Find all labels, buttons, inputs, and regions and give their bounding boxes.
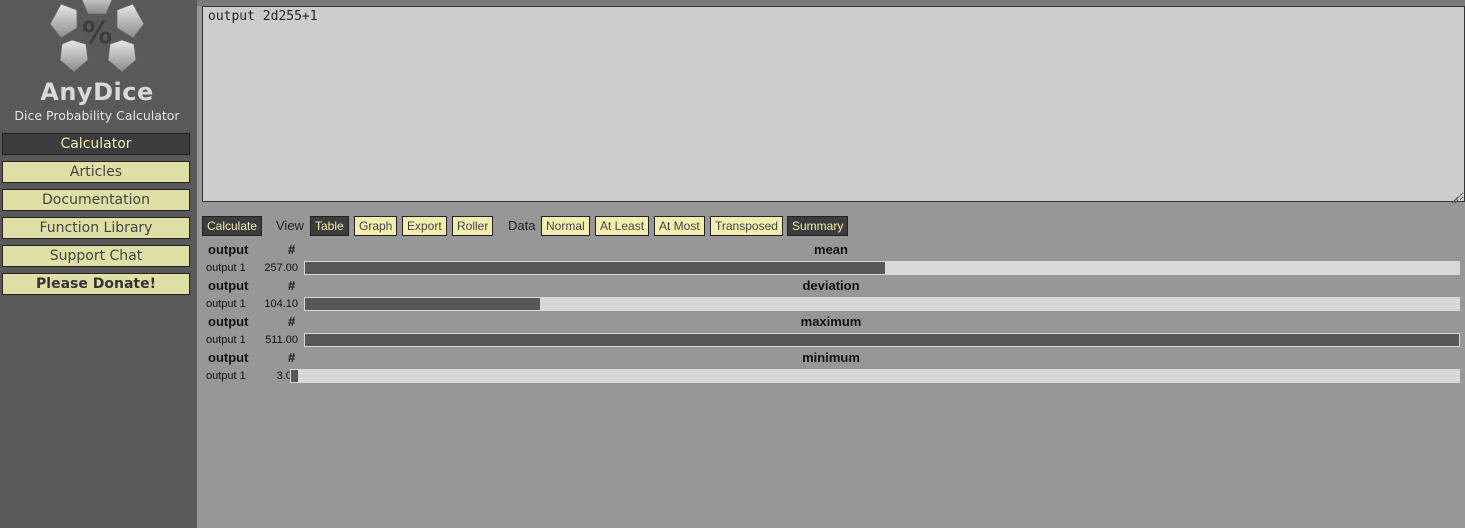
- nav-articles[interactable]: Articles: [2, 161, 190, 183]
- nav-donate[interactable]: Please Donate!: [2, 273, 190, 295]
- bar-fill-deviation: [305, 298, 540, 310]
- view-graph-button[interactable]: Graph: [354, 216, 398, 236]
- row-output-label: output 1: [206, 298, 246, 310]
- nav-calculator[interactable]: Calculator: [2, 133, 190, 155]
- header-number: #: [288, 314, 296, 329]
- app-subtitle: Dice Probability Calculator: [14, 108, 180, 123]
- nav-function-library[interactable]: Function Library: [2, 217, 190, 239]
- data-label: Data: [508, 218, 536, 233]
- nav-documentation[interactable]: Documentation: [2, 189, 190, 211]
- calculate-button[interactable]: Calculate: [202, 216, 263, 236]
- results-header-row: output # minimum: [202, 350, 1460, 366]
- results-header-row: output # maximum: [202, 314, 1460, 330]
- header-output: output: [208, 314, 249, 329]
- header-stat-mean: mean: [814, 242, 848, 257]
- results-data-row: output 1 3.00: [202, 368, 1460, 384]
- bar-track: [290, 369, 1460, 383]
- results-header-row: output # mean: [202, 242, 1460, 258]
- results-data-row: output 1 257.00: [202, 260, 1460, 276]
- header-stat-maximum: maximum: [800, 314, 862, 329]
- row-output-label: output 1: [206, 334, 246, 346]
- nav-support-chat[interactable]: Support Chat: [2, 245, 190, 267]
- main-panel: output 2d255+1 Calculate View Table Grap…: [197, 0, 1465, 528]
- data-normal-button[interactable]: Normal: [541, 216, 590, 236]
- header-output: output: [208, 242, 249, 257]
- header-number: #: [288, 278, 296, 293]
- header-output: output: [208, 350, 249, 365]
- header-output: output: [208, 278, 249, 293]
- toolbar: Calculate View Table Graph Export Roller…: [202, 216, 1462, 236]
- bar-track: [304, 261, 1460, 275]
- header-stat-minimum: minimum: [802, 350, 860, 365]
- row-value: 104.10: [264, 298, 298, 310]
- results-data-row: output 1 511.00: [202, 332, 1460, 348]
- bar-fill-maximum: [305, 334, 1459, 346]
- logo-percent-symbol: %: [82, 16, 112, 51]
- code-editor[interactable]: output 2d255+1: [202, 6, 1465, 202]
- view-table-button[interactable]: Table: [310, 216, 349, 236]
- view-label: View: [276, 218, 304, 233]
- sidebar: % AnyDice Dice Probability Calculator Ca…: [0, 0, 197, 528]
- data-transposed-button[interactable]: Transposed: [710, 216, 783, 236]
- bar-track: [304, 297, 1460, 311]
- results-data-row: output 1 104.10: [202, 296, 1460, 312]
- data-at-most-button[interactable]: At Most: [654, 216, 705, 236]
- row-value: 257.00: [264, 262, 298, 274]
- anydice-logo-icon: %: [49, 0, 145, 73]
- view-export-button[interactable]: Export: [402, 216, 447, 236]
- row-output-label: output 1: [206, 370, 246, 382]
- header-number: #: [288, 242, 296, 257]
- data-at-least-button[interactable]: At Least: [595, 216, 650, 236]
- bar-fill-mean: [305, 262, 885, 274]
- header-number: #: [288, 350, 296, 365]
- bar-track: [304, 333, 1460, 347]
- bar-fill-minimum: [291, 370, 298, 382]
- data-summary-button[interactable]: Summary: [787, 216, 849, 236]
- app-title: AnyDice: [40, 78, 154, 106]
- view-roller-button[interactable]: Roller: [452, 216, 494, 236]
- row-value: 511.00: [265, 334, 298, 346]
- results-header-row: output # deviation: [202, 278, 1460, 294]
- header-stat-deviation: deviation: [802, 278, 860, 293]
- row-output-label: output 1: [206, 262, 246, 274]
- resize-grip-icon[interactable]: [1451, 196, 1459, 204]
